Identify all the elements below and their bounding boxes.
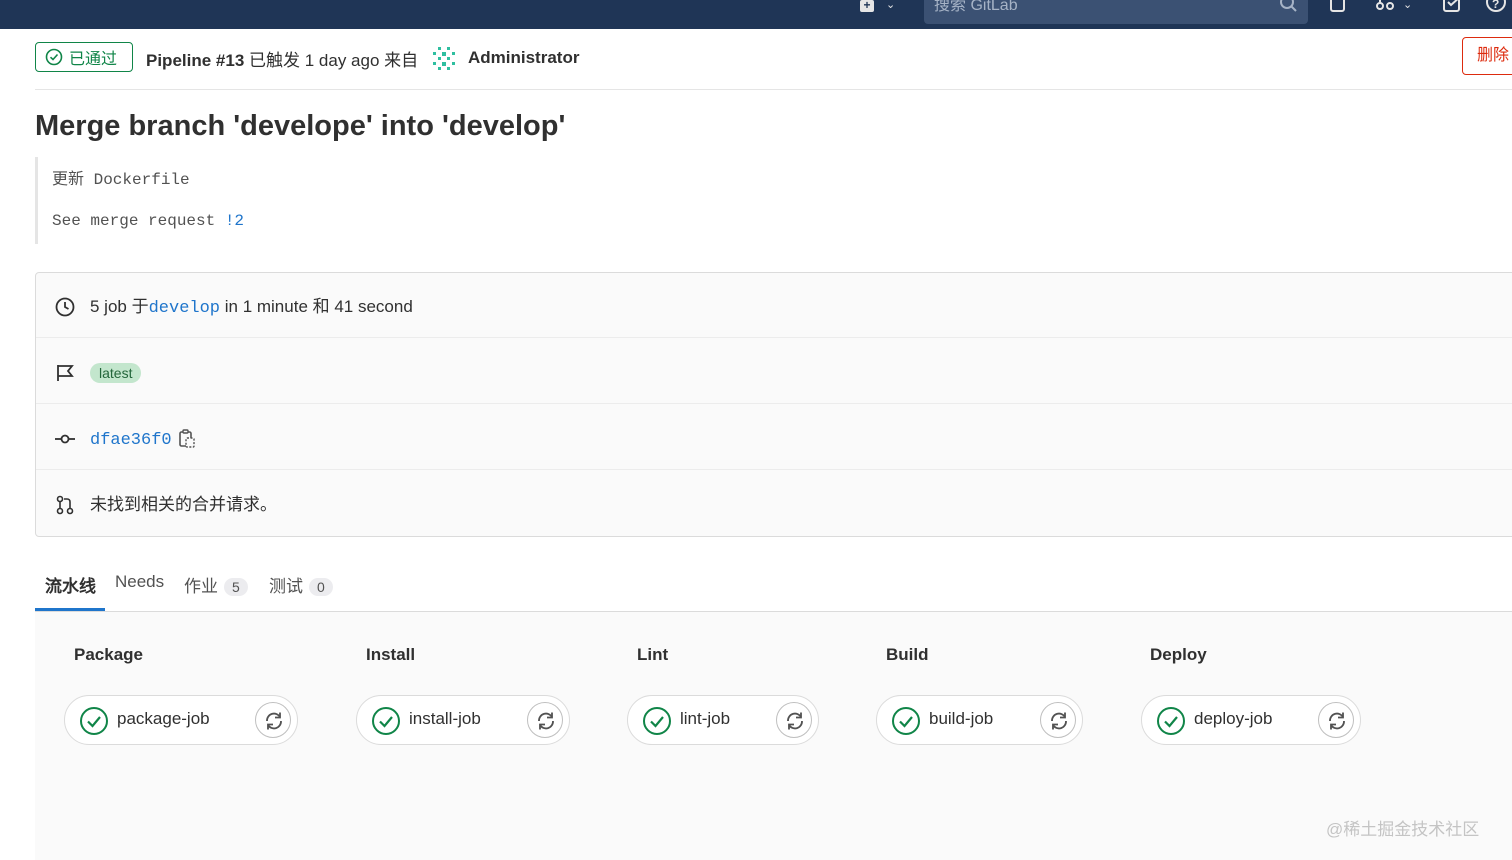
status-label: 已通过 (69, 51, 118, 68)
merge-request-link[interactable]: !2 (225, 212, 244, 230)
job-deploy[interactable]: deploy-job (1141, 695, 1361, 745)
retry-icon (787, 712, 803, 730)
svg-text:?: ? (1492, 0, 1499, 11)
tests-count-badge: 0 (309, 578, 333, 596)
new-plus-icon[interactable]: + (860, 0, 874, 12)
tab-jobs-label: 作业 (184, 577, 218, 596)
status-success-icon (80, 707, 108, 735)
tab-tests-label: 测试 (269, 577, 303, 596)
commit-message-text: See merge request (52, 212, 225, 230)
tab-jobs[interactable]: 作业 5 (184, 572, 248, 597)
job-package[interactable]: package-job (64, 695, 298, 745)
jobs-summary: 5 job 于develop in 1 minute 和 41 second (90, 273, 413, 343)
commit-title: Merge branch 'develope' into 'develop' (35, 110, 566, 142)
watermark: @稀土掘金技术社区 (1326, 820, 1480, 839)
retry-button[interactable] (1040, 702, 1076, 738)
tags-row: latest (36, 339, 1512, 404)
search-input[interactable]: 搜索 GitLab (924, 0, 1308, 24)
status-success-icon (892, 707, 920, 735)
pipeline-graph: Package package-job Install install-job … (35, 612, 1512, 860)
pipeline-id: Pipeline #13 (146, 51, 245, 70)
triggered-text: 已触发 1 day ago 来自 (249, 51, 419, 70)
commit-message: 更新 Dockerfile See merge request !2 (35, 157, 435, 244)
commit-icon (55, 434, 75, 444)
active-tab-indicator (35, 608, 105, 611)
merge-request-row: 未找到相关的合并请求。 (36, 471, 1512, 536)
delete-button[interactable]: 删除 (1462, 37, 1512, 75)
tab-pipeline[interactable]: 流水线 (45, 572, 96, 597)
jobs-row: 5 job 于develop in 1 minute 和 41 second (36, 273, 1512, 338)
commit-row: dfae36f0 (36, 405, 1512, 470)
retry-icon (1051, 712, 1067, 730)
tab-needs-label: Needs (115, 572, 165, 591)
retry-icon (1329, 712, 1345, 730)
duration-text: in 1 minute 和 41 second (220, 297, 413, 316)
user-name[interactable]: Administrator (468, 48, 579, 68)
retry-icon (266, 712, 282, 730)
clock-icon (55, 297, 75, 317)
help-icon[interactable]: ? (1486, 0, 1508, 14)
tab-tests[interactable]: 测试 0 (269, 572, 333, 597)
retry-icon (538, 712, 554, 730)
retry-button[interactable] (1318, 702, 1354, 738)
latest-badge: latest (90, 363, 142, 383)
commit-sha-link[interactable]: dfae36f0 (90, 431, 172, 450)
top-navbar: + ⌄ 搜索 GitLab ⌄ ? (0, 0, 1512, 29)
jobs-count-text: 5 job 于 (90, 297, 149, 316)
job-build[interactable]: build-job (876, 695, 1083, 745)
pipeline-info-card: 5 job 于develop in 1 minute 和 41 second l… (35, 272, 1512, 537)
chevron-down-icon[interactable]: ⌄ (1403, 0, 1412, 11)
tab-needs[interactable]: Needs (115, 572, 164, 592)
no-merge-request-text: 未找到相关的合并请求。 (90, 495, 277, 514)
divider (35, 89, 1512, 90)
retry-button[interactable] (255, 702, 291, 738)
job-name: package-job (117, 709, 210, 728)
status-success-icon (643, 707, 671, 735)
chevron-down-icon[interactable]: ⌄ (886, 0, 895, 11)
retry-button[interactable] (776, 702, 812, 738)
status-badge[interactable]: 已通过 (35, 42, 133, 72)
jobs-count-badge: 5 (224, 578, 248, 596)
branch-link[interactable]: develop (149, 299, 220, 318)
stage-title-package: Package (74, 645, 143, 664)
stage-title-build: Build (886, 645, 929, 664)
stage-title-install: Install (366, 645, 416, 664)
pipeline-meta: Pipeline #13 已触发 1 day ago 来自 (146, 46, 418, 71)
retry-button[interactable] (527, 702, 563, 738)
stage-title-lint: Lint (637, 645, 669, 664)
issues-icon[interactable] (1328, 0, 1348, 14)
job-name: install-job (409, 709, 481, 728)
job-name: deploy-job (1194, 709, 1273, 728)
tags: latest (90, 339, 142, 407)
commit-sha-wrap: dfae36f0 (90, 405, 172, 475)
avatar[interactable] (429, 43, 459, 73)
commit-message-line2: See merge request !2 (52, 212, 244, 230)
commit-message-line1: 更新 Dockerfile (52, 171, 190, 189)
job-name: build-job (929, 709, 994, 728)
check-circle-icon (45, 48, 63, 66)
search-icon (1280, 0, 1297, 12)
todo-icon[interactable] (1443, 0, 1463, 14)
merge-request-icon (56, 495, 74, 515)
job-lint[interactable]: lint-job (627, 695, 819, 745)
merge-requests-icon[interactable] (1376, 0, 1398, 14)
status-success-icon (372, 707, 400, 735)
pipeline-tabs: 流水线 Needs 作业 5 测试 0 (35, 566, 1512, 612)
flag-icon (57, 365, 74, 381)
copy-icon[interactable] (178, 429, 196, 449)
status-success-icon (1157, 707, 1185, 735)
job-name: lint-job (680, 709, 731, 728)
job-install[interactable]: install-job (356, 695, 570, 745)
stage-title-deploy: Deploy (1150, 645, 1207, 664)
tab-pipeline-label: 流水线 (45, 577, 96, 596)
